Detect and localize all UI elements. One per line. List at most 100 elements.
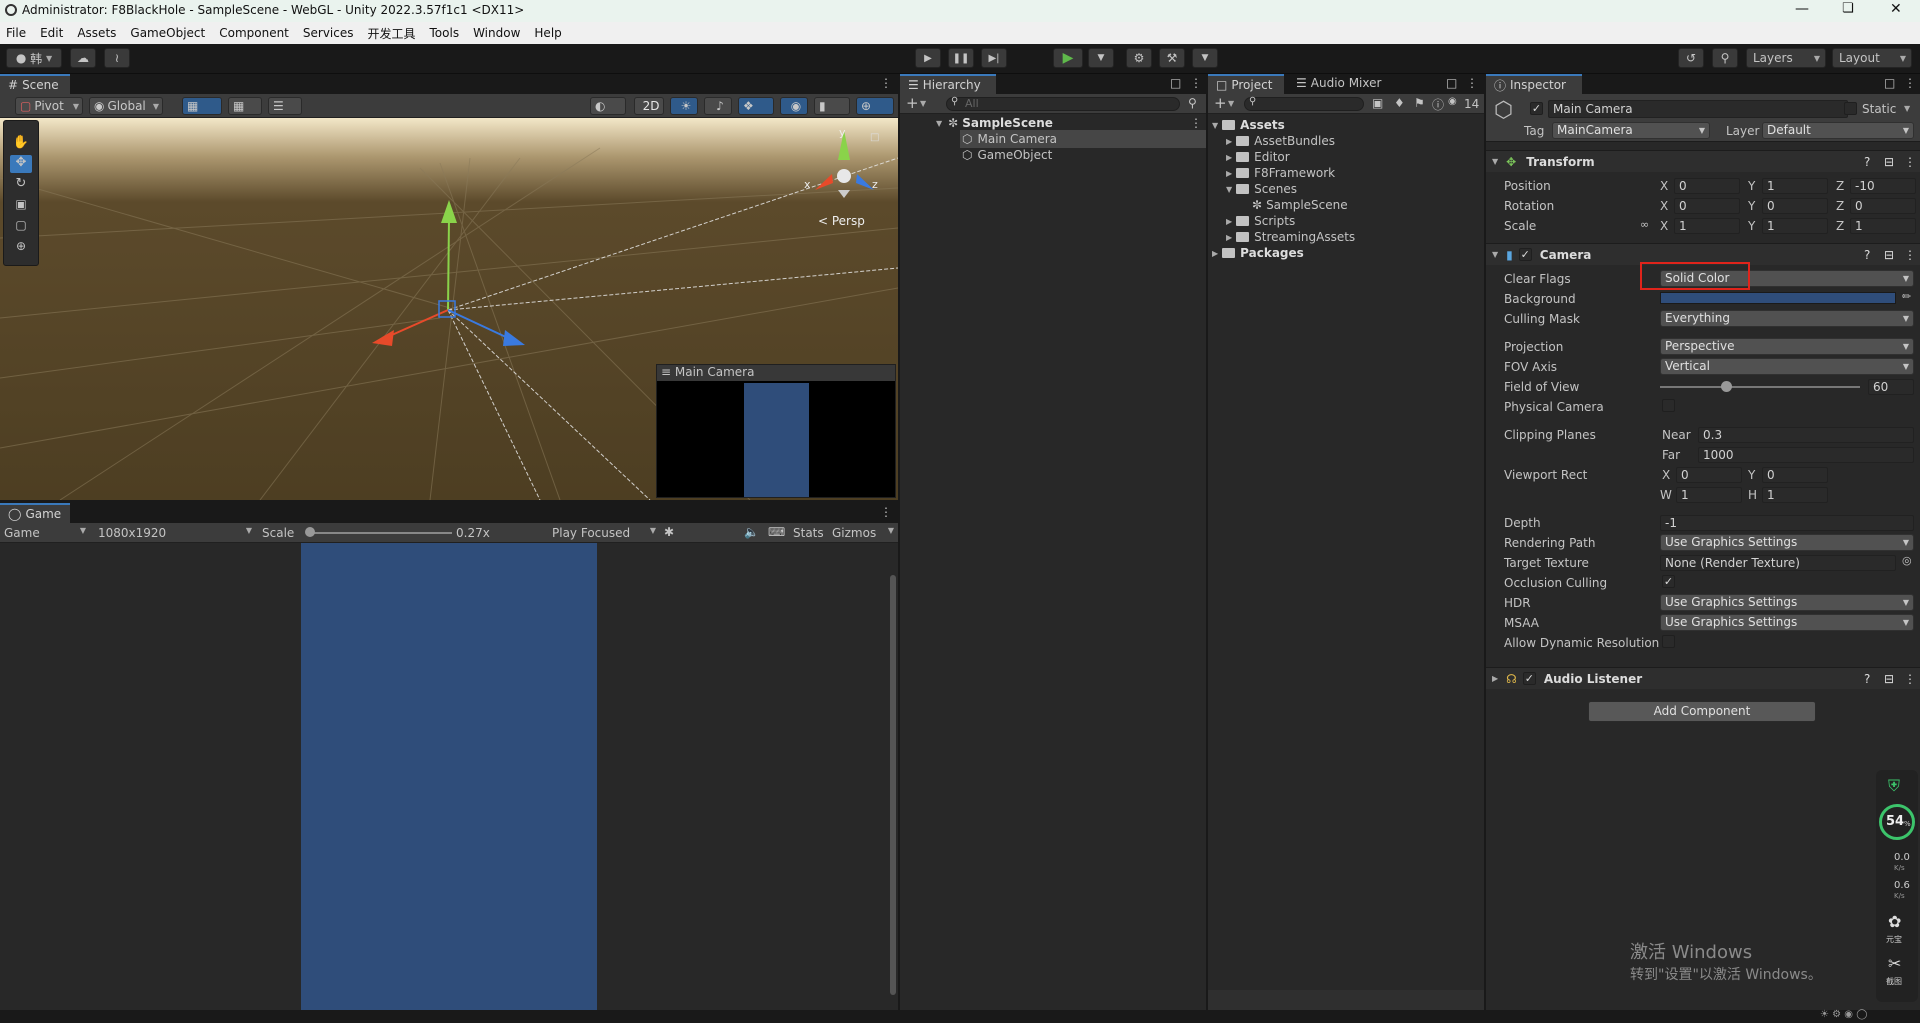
near-clip-input[interactable]: 0.3	[1698, 427, 1914, 443]
transform-header[interactable]: ▼ ✥ Transform ? ⊟ ⋮	[1486, 150, 1920, 172]
help-icon[interactable]: ?	[1864, 672, 1870, 686]
build-tool-button[interactable]: ⚒	[1159, 48, 1185, 68]
dynamic-resolution-checkbox[interactable]	[1662, 635, 1675, 648]
eyedropper-icon[interactable]: ✏	[1902, 290, 1911, 303]
snap-increment-button[interactable]: ▦	[228, 97, 262, 115]
mute-audio-icon[interactable]: 🔈	[744, 525, 759, 539]
fov-slider-track[interactable]	[1660, 386, 1860, 388]
2d-toggle[interactable]: 2D	[634, 97, 664, 115]
effects-toggle[interactable]: ❖	[738, 97, 774, 115]
scene-row-menu-icon[interactable]: ⋮	[1190, 116, 1202, 130]
hdr-dropdown[interactable]: Use Graphics Settings	[1660, 594, 1914, 611]
viewport-x-input[interactable]: 0	[1676, 467, 1742, 483]
layout-dropdown[interactable]: Layout ▼	[1832, 48, 1912, 68]
move-tool-icon[interactable]: ✥	[10, 155, 32, 173]
pivot-dropdown[interactable]: ▢ Pivot ▼	[15, 97, 83, 115]
component-menu-icon[interactable]: ⋮	[1904, 672, 1916, 686]
expand-caret-icon[interactable]: ▼	[1226, 185, 1232, 194]
fov-axis-dropdown[interactable]: Vertical	[1660, 358, 1914, 375]
hand-tool-icon[interactable]: ✋	[10, 135, 32, 153]
filter-icon[interactable]: ⚑	[1414, 96, 1425, 110]
component-menu-icon[interactable]: ⋮	[1904, 155, 1916, 169]
projection-dropdown[interactable]: Perspective	[1660, 338, 1914, 355]
menu-services[interactable]: Services	[303, 26, 354, 40]
viewport-y-input[interactable]: 0	[1762, 467, 1828, 483]
fov-input[interactable]: 60	[1868, 379, 1914, 395]
tab-game[interactable]: ◯ Game	[0, 503, 70, 523]
pause-button[interactable]: ❚❚	[948, 48, 974, 68]
play-button[interactable]: ▶	[915, 48, 941, 68]
help-icon[interactable]: ?	[1864, 155, 1870, 169]
search-button[interactable]: ⚲	[1712, 48, 1738, 68]
scale-z-input[interactable]: 1	[1850, 218, 1916, 234]
help-icon[interactable]: ?	[1864, 248, 1870, 262]
global-dropdown[interactable]: ◉ Global ▼	[89, 97, 163, 115]
shield-icon[interactable]: ⛨	[1888, 776, 1900, 796]
cloud-button[interactable]: ☁	[70, 48, 96, 68]
menu-component[interactable]: Component	[219, 26, 289, 40]
hierarchy-search-input[interactable]: ⚲ All	[946, 96, 1180, 111]
culling-mask-dropdown[interactable]: Everything	[1660, 310, 1914, 327]
viewport-w-input[interactable]: 1	[1676, 487, 1742, 503]
tab-scene[interactable]: # Scene	[0, 74, 70, 94]
tab-hierarchy[interactable]: ☰ Hierarchy	[900, 74, 996, 94]
shading-mode-button[interactable]: ◐	[590, 97, 626, 115]
component-menu-icon[interactable]: ⋮	[1904, 248, 1916, 262]
account-button[interactable]: ● 韩 ▼	[6, 48, 62, 68]
background-color-swatch[interactable]	[1660, 292, 1896, 304]
resolution-dropdown[interactable]: 1080x1920 ▼	[98, 526, 252, 540]
bug-icon[interactable]: ✱	[664, 525, 674, 539]
visibility-toggle[interactable]: ◉	[780, 97, 808, 115]
depth-input[interactable]: -1	[1660, 515, 1914, 531]
object-name-input[interactable]: Main Camera	[1548, 100, 1848, 118]
search-by-label-icon[interactable]: ♦	[1394, 96, 1405, 110]
audio-listener-header[interactable]: ▶ ☊ ✓ Audio Listener ? ⊟ ⋮	[1486, 667, 1920, 689]
collapse-caret-icon[interactable]: ▶	[1226, 153, 1232, 162]
expand-caret-icon[interactable]: ▼	[1492, 157, 1498, 166]
inspector-menu-icon[interactable]: ⋮	[1904, 76, 1916, 90]
physical-camera-checkbox[interactable]	[1662, 399, 1675, 412]
collab-button[interactable]: ≀	[104, 48, 130, 68]
active-checkbox[interactable]: ✓	[1530, 102, 1543, 115]
expand-caret-icon[interactable]: ▼	[936, 119, 942, 128]
position-x-input[interactable]: 0	[1674, 178, 1740, 194]
collapse-caret-icon[interactable]: ▶	[1492, 674, 1498, 683]
lock-icon[interactable]: □	[870, 132, 879, 143]
maximize-button[interactable]: ❏	[1842, 1, 1854, 16]
chevron-down-icon[interactable]: ▼	[1228, 99, 1234, 108]
layers-dropdown[interactable]: Layers ▼	[1746, 48, 1826, 68]
game-scrollbar[interactable]	[890, 575, 896, 995]
history-button[interactable]: ↺	[1678, 48, 1704, 68]
project-search-input[interactable]: ⚲	[1244, 96, 1364, 111]
chevron-down-icon[interactable]: ▼	[1904, 104, 1910, 113]
screenshot-icon[interactable]: ✂	[1888, 954, 1901, 973]
rendering-path-dropdown[interactable]: Use Graphics Settings	[1660, 534, 1914, 551]
project-lock-icon[interactable]: □	[1446, 76, 1457, 90]
project-menu-icon[interactable]: ⋮	[1466, 76, 1478, 90]
play-focused-dropdown[interactable]: Play Focused ▼	[552, 526, 656, 540]
collapse-caret-icon[interactable]: ▶	[1226, 169, 1232, 178]
position-y-input[interactable]: 1	[1762, 178, 1828, 194]
menu-help[interactable]: Help	[534, 26, 561, 40]
create-asset-icon[interactable]: +	[1214, 94, 1227, 112]
collapse-caret-icon[interactable]: ▶	[1226, 217, 1232, 226]
tag-dropdown[interactable]: MainCamera	[1552, 122, 1710, 139]
expand-caret-icon[interactable]: ▼	[1492, 250, 1498, 259]
menu-file[interactable]: File	[6, 26, 26, 40]
static-checkbox[interactable]	[1844, 102, 1857, 115]
collapse-caret-icon[interactable]: ▶	[1226, 233, 1232, 242]
search-by-type-icon[interactable]: ▣	[1372, 96, 1383, 110]
run-button[interactable]: ▶	[1053, 48, 1083, 68]
hierarchy-menu-icon[interactable]: ⋮	[1190, 76, 1202, 90]
menu-assets[interactable]: Assets	[77, 26, 116, 40]
collapse-caret-icon[interactable]: ▶	[1212, 249, 1218, 258]
audio-toggle[interactable]: ♪	[704, 97, 732, 115]
stats-button[interactable]: Stats	[793, 526, 824, 540]
scene-visibility-icon[interactable]: ⚲	[1188, 96, 1197, 110]
scale-slider-track[interactable]	[308, 532, 452, 534]
rotate-tool-icon[interactable]: ↻	[10, 176, 32, 194]
run-options-button[interactable]: ▼	[1088, 48, 1114, 68]
persp-label[interactable]: < Persp	[818, 214, 865, 228]
inspector-lock-icon[interactable]: □	[1884, 76, 1895, 90]
expand-caret-icon[interactable]: ▼	[1212, 121, 1218, 130]
